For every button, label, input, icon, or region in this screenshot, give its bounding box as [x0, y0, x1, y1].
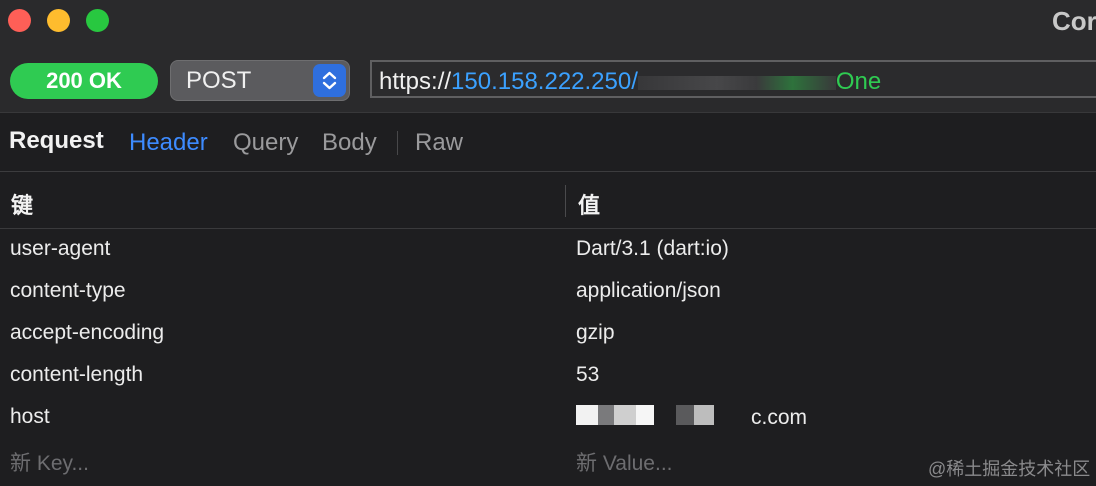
- title-bar: Cor: [0, 0, 1096, 48]
- header-key[interactable]: accept-encoding: [10, 321, 164, 345]
- chevron-up-down-icon[interactable]: [313, 64, 346, 97]
- header-value-host[interactable]: c.com: [576, 405, 807, 430]
- url-text: https://150.158.222.250/One: [379, 68, 881, 96]
- tab-divider: [397, 131, 398, 155]
- header-table-body: user-agent Dart/3.1 (dart:io) content-ty…: [0, 229, 1096, 481]
- status-badge: 200 OK: [10, 63, 158, 99]
- header-value[interactable]: 53: [576, 363, 599, 387]
- tab-body[interactable]: Body: [322, 129, 377, 157]
- watermark: @稀土掘金技术社区: [928, 459, 1091, 479]
- maximize-window-button[interactable]: [86, 9, 109, 32]
- redacted-host-segment: [576, 405, 751, 427]
- header-key[interactable]: user-agent: [10, 237, 110, 261]
- new-value-input[interactable]: 新 Value...: [576, 447, 673, 477]
- url-input[interactable]: https://150.158.222.250/One: [370, 60, 1096, 98]
- tab-query[interactable]: Query: [233, 129, 298, 157]
- table-row[interactable]: host c.com: [0, 397, 1096, 439]
- close-window-button[interactable]: [8, 9, 31, 32]
- column-divider[interactable]: [565, 185, 566, 217]
- header-value[interactable]: application/json: [576, 279, 721, 303]
- section-title: Request: [9, 127, 104, 154]
- app-window: Cor 200 OK POST https://150.158.222.250/…: [0, 0, 1096, 486]
- method-select[interactable]: POST: [170, 60, 350, 101]
- tab-raw[interactable]: Raw: [415, 129, 463, 157]
- header-key[interactable]: content-type: [10, 279, 126, 303]
- minimize-window-button[interactable]: [47, 9, 70, 32]
- window-title: Cor: [1052, 6, 1096, 36]
- request-tabs: Request Header Query Body Raw: [0, 112, 1096, 172]
- table-row[interactable]: user-agent Dart/3.1 (dart:io): [0, 229, 1096, 271]
- url-host: 150.158.222.250/: [451, 68, 638, 95]
- table-row[interactable]: accept-encoding gzip: [0, 313, 1096, 355]
- header-key[interactable]: host: [10, 405, 50, 429]
- url-path-end: One: [835, 68, 882, 95]
- request-toolbar: 200 OK POST https://150.158.222.250/One: [0, 48, 1096, 112]
- table-row[interactable]: content-length 53: [0, 355, 1096, 397]
- url-redacted-segment: [637, 75, 836, 90]
- header-value[interactable]: Dart/3.1 (dart:io): [576, 237, 729, 261]
- tab-header[interactable]: Header: [129, 129, 208, 157]
- url-scheme: https://: [379, 68, 452, 95]
- method-label: POST: [186, 67, 252, 94]
- column-header-value[interactable]: 值: [578, 188, 600, 220]
- column-header-key[interactable]: 键: [11, 188, 33, 220]
- new-key-input[interactable]: 新 Key...: [10, 447, 89, 477]
- table-row[interactable]: content-type application/json: [0, 271, 1096, 313]
- header-key[interactable]: content-length: [10, 363, 143, 387]
- table-header: 键 值: [0, 172, 1096, 229]
- header-value[interactable]: gzip: [576, 321, 615, 345]
- host-value-suffix: c.com: [751, 406, 808, 429]
